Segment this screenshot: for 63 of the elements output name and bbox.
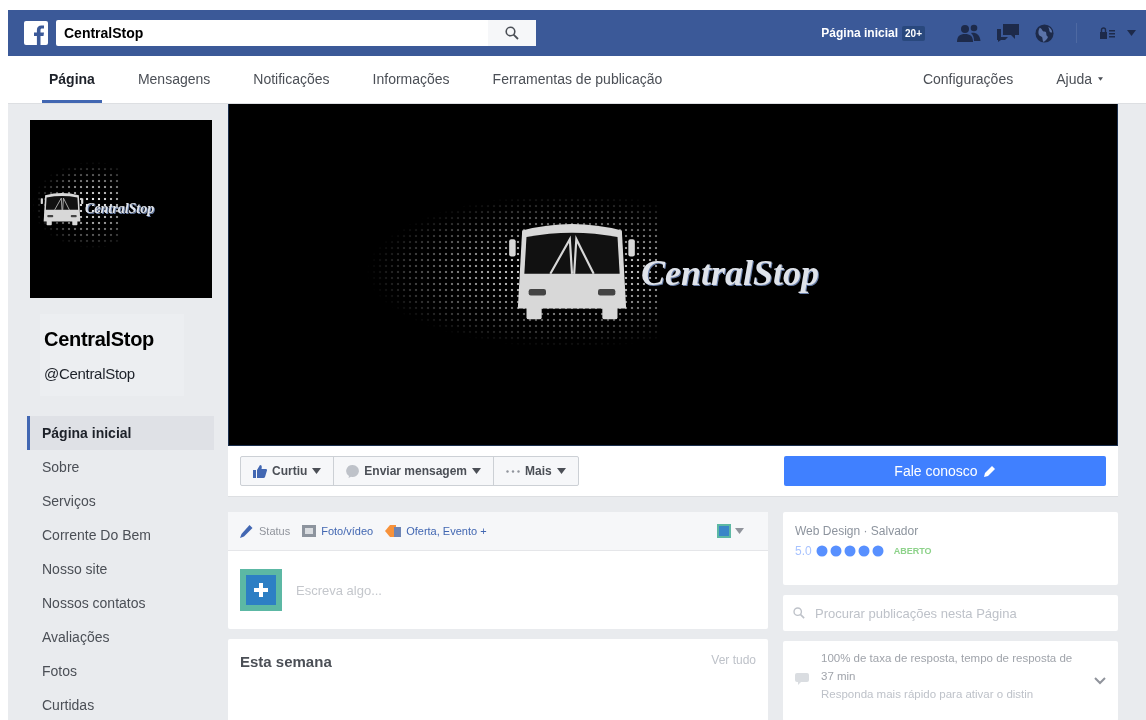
pencil-icon (240, 524, 254, 538)
lock-icon[interactable] (1099, 27, 1115, 39)
page-tab[interactable]: Informações (365, 58, 457, 103)
caret-icon (735, 528, 744, 534)
contact-button[interactable]: Fale conosco (784, 456, 1106, 486)
thumbs-up-icon (253, 464, 267, 478)
search-icon (505, 26, 519, 40)
composer-tab[interactable]: Oferta, Evento + (385, 525, 487, 537)
action-button[interactable]: Curtiu (241, 457, 335, 485)
rating-text: 5.0 (795, 544, 812, 558)
chat-bubble-icon (795, 673, 809, 685)
action-button[interactable]: Enviar mensagem (334, 457, 495, 485)
logo-text: CentralStop (640, 252, 820, 294)
page-tab[interactable]: Notificações (246, 58, 337, 103)
sidebar-item[interactable]: Avaliações (27, 620, 214, 654)
sidebar-item[interactable]: Serviços (27, 484, 214, 518)
page-tab[interactable]: Ajuda (1049, 58, 1110, 103)
more-icon (506, 469, 521, 473)
notification-badge: 20+ (902, 25, 925, 41)
globe-icon[interactable] (1035, 23, 1054, 43)
sidebar-item[interactable]: Nosso site (27, 552, 214, 586)
chevron-down-icon[interactable] (1094, 677, 1106, 685)
chat-bubble-icon (346, 464, 360, 478)
search-button[interactable] (488, 20, 536, 46)
section-title: Esta semana (240, 653, 332, 670)
sidebar-item[interactable]: Página inicial (27, 416, 214, 450)
sidebar-item[interactable]: Corrente Do Bem (27, 518, 214, 552)
facebook-logo-icon[interactable] (24, 21, 48, 45)
post-search-field[interactable]: Procurar publicações nesta Página (813, 604, 1108, 622)
post-search-bar[interactable]: Procurar publicações nesta Página (783, 595, 1118, 631)
post-input-field[interactable]: Escreva algo... (294, 581, 756, 599)
photo-icon (302, 525, 317, 537)
friends-icon[interactable] (957, 24, 981, 42)
category-text: Web Design · Salvador (795, 524, 920, 538)
home-link[interactable]: Página inicial (821, 26, 899, 40)
search-bar[interactable]: CentralStop (56, 20, 536, 46)
page-name: CentralStop (44, 328, 156, 351)
response-rate-text: 100% de taxa de resposta, tempo de resposta de 37 min (821, 651, 1074, 684)
open-status: ABERTO (893, 546, 932, 556)
caret-icon (472, 468, 482, 474)
page-avatar-icon[interactable] (717, 524, 731, 538)
action-button[interactable]: Mais (494, 457, 578, 485)
search-icon (793, 607, 805, 619)
sidebar-item[interactable]: Curtidas (27, 688, 214, 720)
messages-icon[interactable] (997, 24, 1019, 42)
caret-icon (312, 468, 322, 474)
page-tab[interactable]: Ferramentas de publicação (485, 58, 670, 103)
sidebar-item[interactable]: Nossos contatos (27, 586, 214, 620)
search-field[interactable]: CentralStop (56, 25, 488, 41)
profile-picture[interactable]: CentralStop (30, 120, 212, 298)
page-username: @CentralStop (44, 365, 136, 382)
composer-tab[interactable]: Foto/vídeo (302, 525, 374, 537)
sidebar-item[interactable]: Fotos (27, 654, 214, 688)
page-tab[interactable]: Mensagens (130, 58, 218, 103)
logo-text: CentralStop (85, 201, 155, 217)
bus-drawing (40, 192, 84, 226)
caret-icon (556, 468, 566, 474)
caret-icon[interactable] (1127, 30, 1136, 36)
sidebar-item[interactable]: Sobre (27, 450, 214, 484)
tag-icon (385, 525, 402, 537)
page-tab[interactable]: Configurações (915, 58, 1021, 103)
plus-icon (246, 575, 276, 605)
pencil-icon (983, 465, 996, 477)
